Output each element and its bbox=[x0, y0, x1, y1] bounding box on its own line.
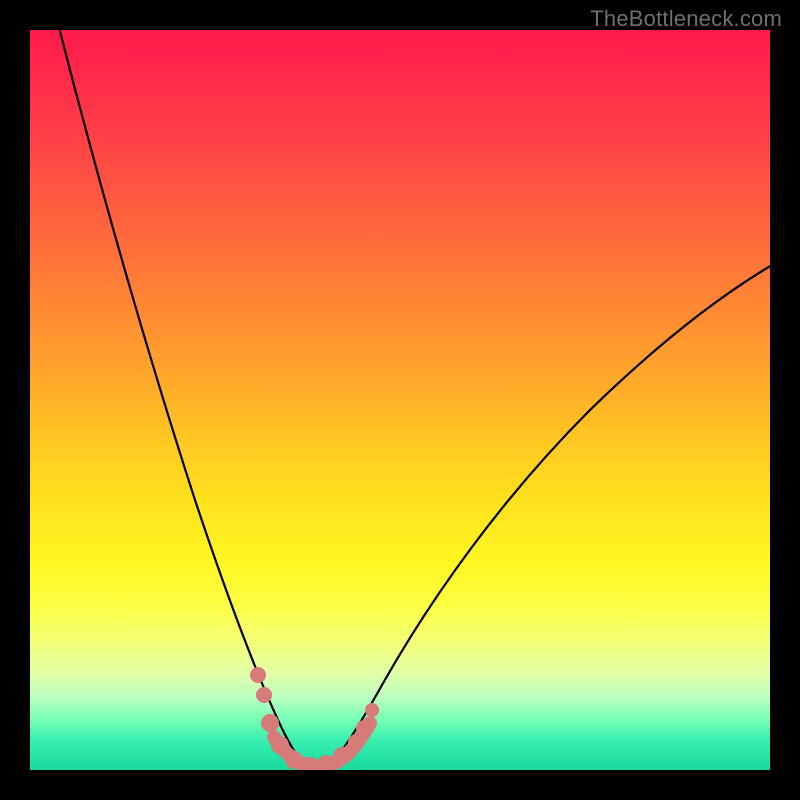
chart-frame: TheBottleneck.com bbox=[0, 0, 800, 800]
right-curve bbox=[330, 265, 770, 766]
trough-markers bbox=[250, 667, 379, 770]
watermark-text: TheBottleneck.com bbox=[590, 6, 782, 32]
chart-svg bbox=[30, 30, 770, 770]
left-curve bbox=[52, 30, 305, 766]
plot-area bbox=[30, 30, 770, 770]
